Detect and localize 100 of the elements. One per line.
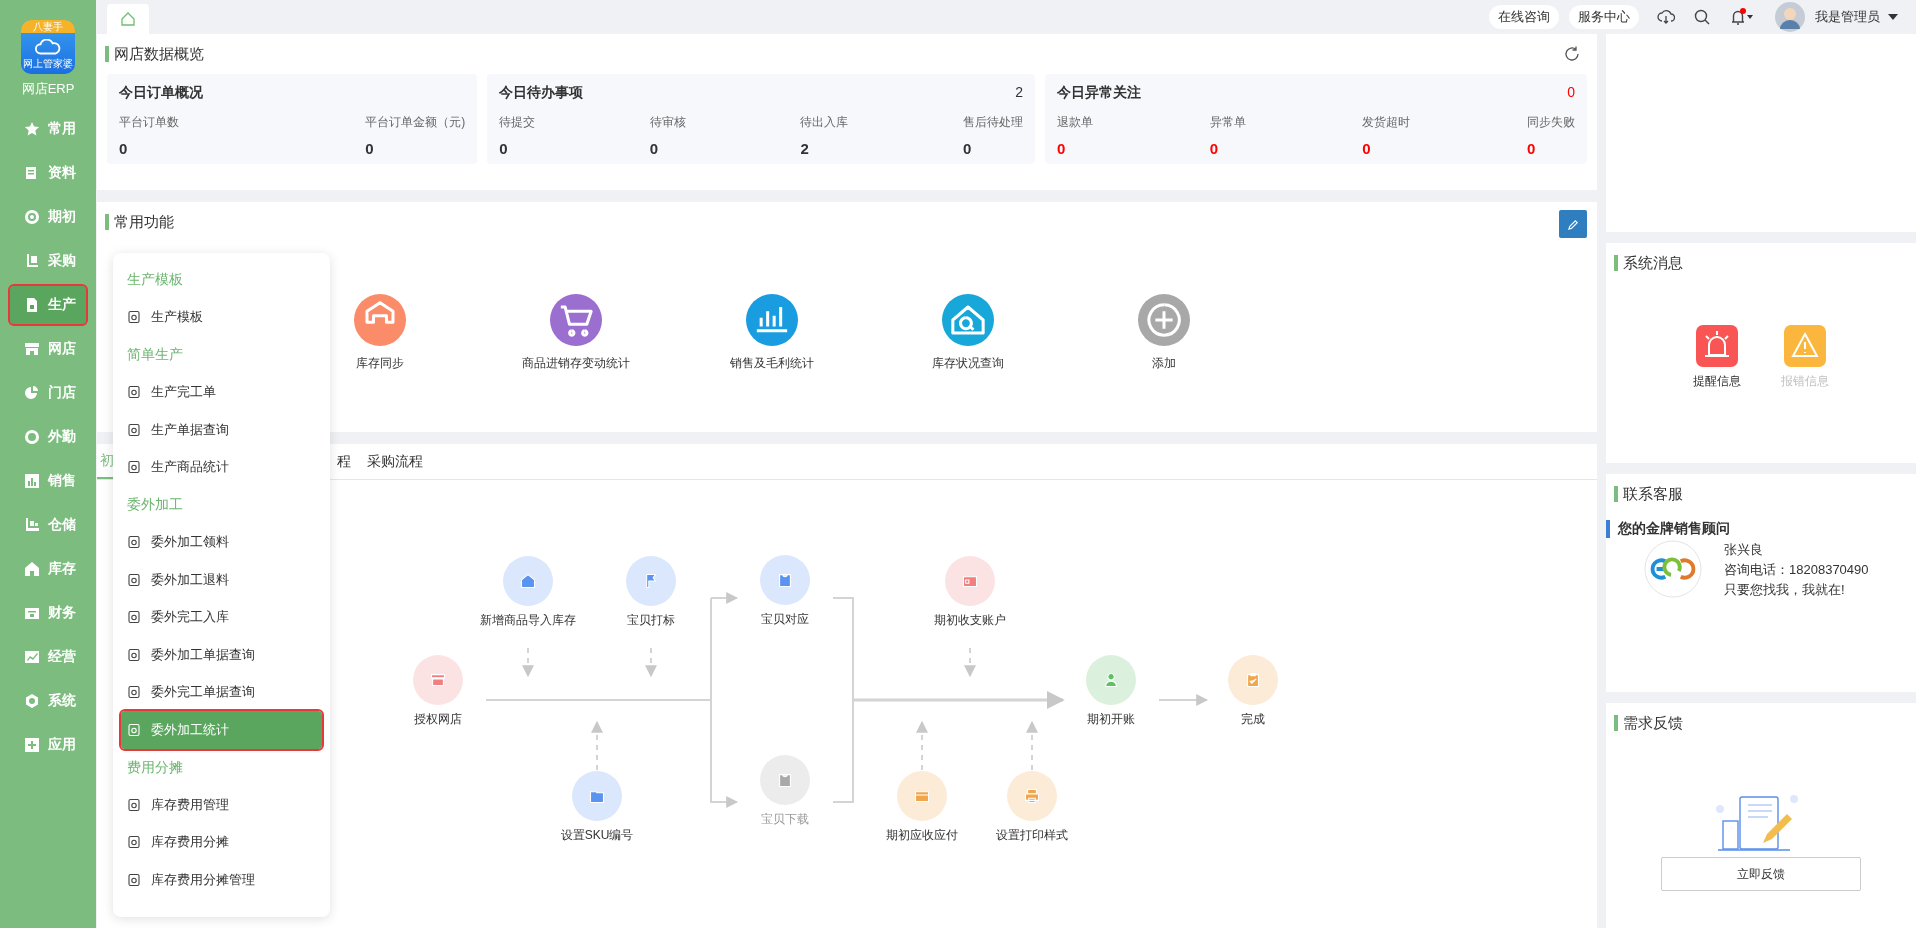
metric-label: 售后待处理 — [962, 114, 1023, 131]
metric-label: 待出入库 — [800, 114, 849, 131]
dashed-arrow — [522, 647, 534, 678]
shortcut-button[interactable]: 商品进销存变动统计 — [478, 294, 674, 372]
advisor-name: 张兴良 — [1724, 541, 1764, 559]
clipboard-icon — [24, 253, 40, 269]
flow-step[interactable]: 新增商品导入库存 — [468, 556, 588, 629]
metric-value: 0 — [499, 140, 509, 157]
menu-item[interactable]: 生产商品统计 — [121, 448, 322, 486]
pie-chart-icon — [24, 385, 40, 401]
menu-item[interactable]: 委外加工退料 — [121, 561, 322, 599]
tab[interactable]: 采购流程 — [364, 444, 426, 479]
section-title: 常用功能 — [105, 214, 174, 230]
caret-icon — [1888, 14, 1898, 20]
metric-label: 退款单 — [1057, 114, 1093, 131]
pencil-icon — [1566, 217, 1580, 231]
card-title: 今日订单概况 — [119, 84, 203, 102]
refresh-icon[interactable] — [1563, 45, 1581, 63]
flow-step[interactable]: 期初开账 — [1051, 655, 1171, 728]
avatar-icon — [1775, 2, 1805, 32]
menu-item[interactable]: 委外加工单据查询 — [121, 636, 322, 674]
flow-step[interactable]: 宝贝对应 — [725, 555, 845, 628]
dashed-arrow — [645, 647, 657, 678]
menu-item[interactable]: 委外完工入库 — [121, 598, 322, 636]
header-button[interactable]: 在线咨询 — [1489, 5, 1559, 29]
metric-label: 发货超时 — [1362, 114, 1411, 131]
menu-item[interactable]: 生产模板 — [121, 298, 322, 336]
shortcut-button[interactable]: 添加 — [1066, 294, 1262, 372]
app-name: 网店ERP — [21, 80, 75, 98]
menu-item[interactable]: 委外完工单据查询 — [121, 673, 322, 711]
flow-step[interactable]: 期初收支账户 — [910, 556, 1030, 629]
metric-value: 0 — [1209, 140, 1219, 157]
metric-value: 0 — [1526, 140, 1537, 157]
header-button[interactable]: 服务中心 — [1569, 5, 1639, 29]
house-icon — [24, 561, 40, 577]
section-title: 系统消息 — [1614, 255, 1683, 271]
card-title: 今日异常关注 — [1057, 84, 1141, 102]
advisor-phone: 咨询电话：18208370490 — [1724, 561, 1869, 579]
advisor-slogan: 只要您找我，我就在! — [1724, 581, 1846, 599]
flow-step[interactable]: 设置SKU编号 — [537, 771, 657, 844]
metric-value: 0 — [962, 140, 973, 157]
metric-label: 待提交 — [499, 114, 536, 131]
menu-group-title: 委外加工 — [126, 495, 184, 514]
menu-item[interactable]: 库存费用管理 — [121, 786, 322, 824]
menu-group-title: 费用分摊 — [126, 757, 184, 777]
logo-text: 网上管家婆 — [23, 57, 73, 71]
star-icon — [24, 121, 40, 137]
dashed-arrow — [591, 720, 603, 771]
section-title: 联系客服 — [1614, 486, 1683, 502]
flow-step[interactable]: 授权网店 — [378, 655, 498, 728]
metric-label: 同步失败 — [1526, 114, 1575, 131]
target-icon — [24, 429, 40, 445]
metric-label: 异常单 — [1209, 114, 1246, 131]
metric-value: 0 — [649, 140, 660, 157]
user-menu[interactable]: 我是管理员 — [1815, 8, 1898, 26]
hexagon-icon — [24, 693, 40, 709]
metric-label: 平台订单金额（元) — [365, 114, 466, 131]
line-chart-icon — [24, 649, 40, 665]
metric-value: 0 — [1057, 140, 1067, 157]
search-icon[interactable] — [1693, 8, 1711, 26]
dashed-arrow — [916, 720, 928, 771]
menu-item[interactable]: 库存费用分摊 — [121, 823, 322, 861]
cloud-icon — [34, 39, 62, 55]
menu-item[interactable]: 生产完工单 — [121, 373, 322, 411]
notification-icon[interactable] — [1729, 8, 1755, 26]
metric-value: 0 — [1362, 140, 1372, 157]
menu-group-title: 简单生产 — [126, 345, 184, 364]
message-button[interactable]: 提醒信息 — [1693, 325, 1741, 390]
logo-icon — [1644, 540, 1702, 598]
flow-step[interactable]: 完成 — [1193, 655, 1313, 728]
store-icon — [24, 341, 40, 357]
logo-badge: 八妻手 — [21, 20, 75, 33]
cloud-download-icon[interactable] — [1657, 8, 1675, 26]
section-title: 网店数据概览 — [105, 46, 204, 62]
tab[interactable]: 程 — [334, 444, 354, 479]
home-icon — [120, 11, 136, 27]
wallet-icon — [24, 605, 40, 621]
edit-button[interactable] — [1559, 210, 1587, 238]
dashed-arrow — [964, 647, 976, 678]
card-count: 0 — [1567, 84, 1575, 102]
arrow — [1158, 694, 1209, 706]
metric-label: 平台订单数 — [119, 114, 179, 131]
menu-item[interactable]: 生产单据查询 — [121, 411, 322, 449]
metric-label: 待审核 — [649, 114, 686, 131]
menu-item[interactable]: 委外加工领料 — [121, 523, 322, 561]
metric-value: 2 — [800, 140, 810, 157]
menu-group-title: 生产模板 — [126, 270, 184, 289]
plus-icon — [24, 737, 40, 753]
shortcut-button[interactable]: 库存状况查询 — [870, 294, 1066, 372]
menu-item[interactable]: 库存费用分摊管理 — [121, 861, 322, 899]
metric-value: 0 — [365, 140, 375, 157]
shortcut-button[interactable]: 销售及毛利统计 — [674, 294, 870, 372]
flow-step[interactable]: 宝贝打标 — [591, 556, 711, 629]
shelf-icon — [24, 517, 40, 533]
feedback-button[interactable]: 立即反馈 — [1661, 857, 1861, 891]
dashed-arrow — [1026, 720, 1038, 771]
card-title: 今日待办事项 — [499, 84, 584, 102]
card-count: 2 — [1015, 84, 1023, 102]
target-icon — [24, 209, 40, 225]
bar-chart-icon — [24, 473, 40, 489]
